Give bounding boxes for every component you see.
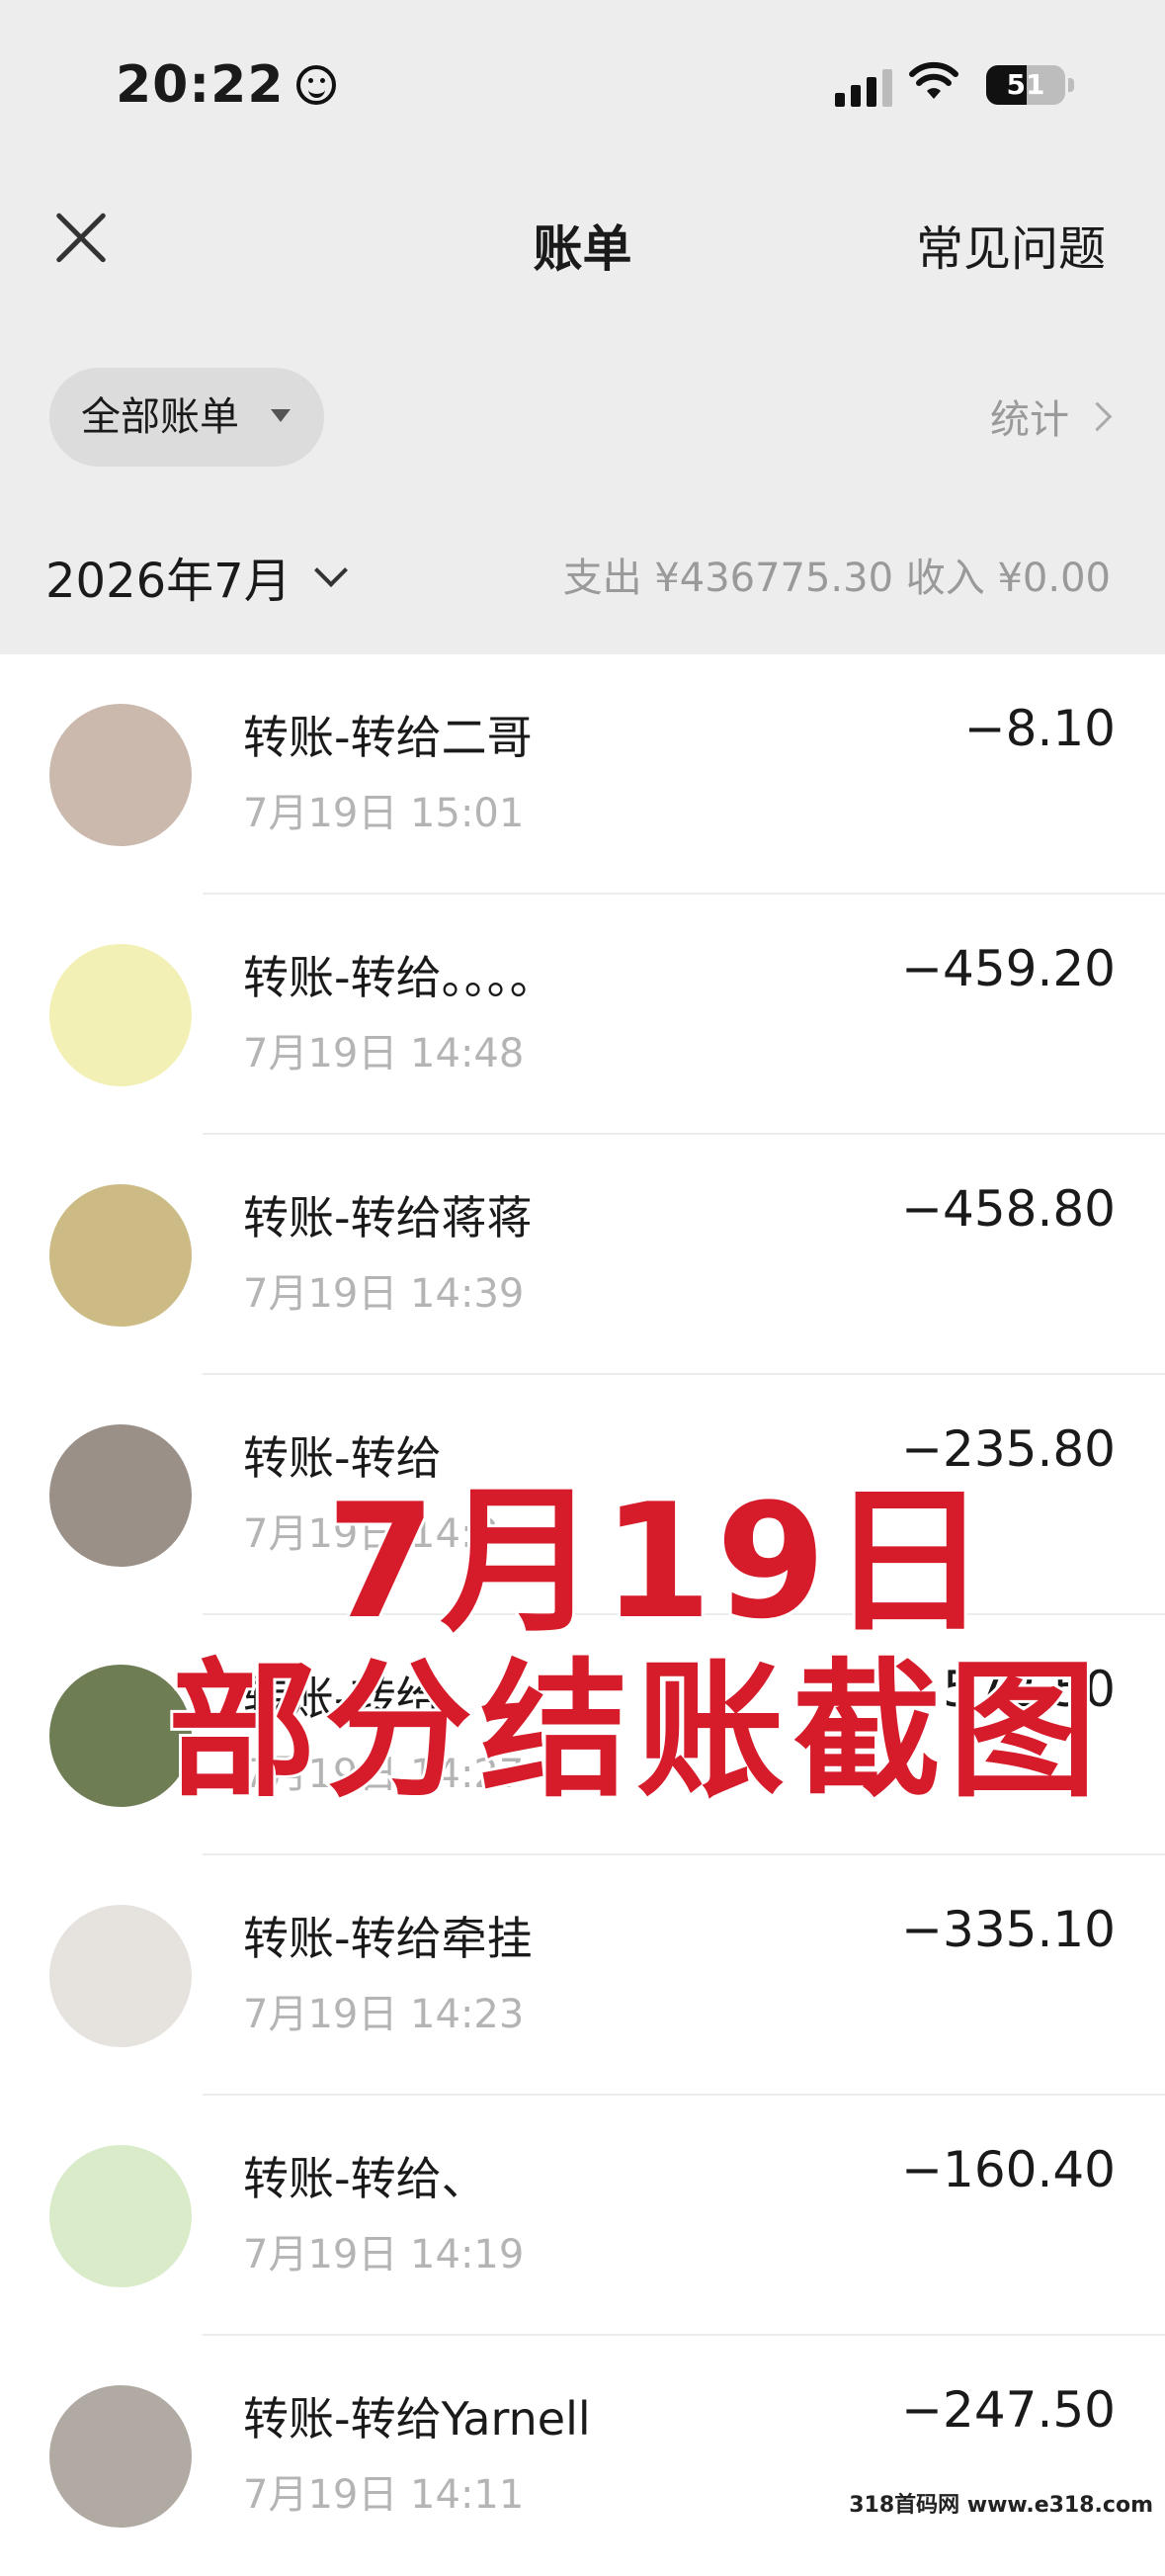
chevron-down-icon <box>313 554 348 587</box>
list-item[interactable]: 转账-转给二哥 7月19日 15:01 −8.10 <box>0 654 1165 895</box>
transaction-time: 7月19日 14:19 <box>243 2232 525 2277</box>
avatar-dog-icon <box>49 1184 192 1327</box>
list-item[interactable]: 转账-转给Yarnell 7月19日 14:11 −247.50 <box>0 2336 1165 2576</box>
list-item[interactable]: 转账-转给、 7月19日 14:19 −160.40 <box>0 2096 1165 2336</box>
stats-label: 统计 <box>990 397 1069 443</box>
avatar-girl-icon <box>49 704 192 846</box>
transaction-name: 转账-转给 <box>243 1672 442 1725</box>
filter-label: 全部账单 <box>81 394 239 440</box>
transaction-name: 转账-转给 <box>243 1431 442 1485</box>
battery-icon: 51 <box>986 65 1065 105</box>
avatar-cat-icon <box>49 2145 192 2287</box>
nav-bar: 账单 常见问题 <box>0 178 1165 297</box>
transaction-time: 7月19日 14:11 <box>243 2472 525 2518</box>
wifi-icon <box>909 61 958 99</box>
transaction-amount: −459.20 <box>901 940 1116 997</box>
battery-tip <box>1068 78 1074 92</box>
transaction-amount: −458.80 <box>901 1180 1116 1238</box>
month-label: 2026年7月 <box>45 554 291 609</box>
avatar-plants-icon <box>49 1665 192 1807</box>
transaction-name: 转账-转给Yarnell <box>243 2392 591 2446</box>
clock: 20:22 <box>116 55 285 115</box>
transaction-time: 7月19日 14:48 <box>243 1031 525 1076</box>
faq-link[interactable]: 常见问题 <box>916 210 1106 279</box>
watermark: 318首码网 www.e318.com <box>843 2485 1159 2521</box>
transaction-amount: −160.40 <box>901 2141 1116 2198</box>
transaction-name: 转账-转给牵挂 <box>243 1912 533 1965</box>
caret-down-icon <box>271 409 291 422</box>
transaction-time: 7月19日 15:01 <box>243 791 525 836</box>
avatar-anime-icon <box>49 1905 192 2047</box>
list-item[interactable]: 转账-转给。。。。 7月19日 14:48 −459.20 <box>0 895 1165 1135</box>
smiley-icon <box>295 65 336 105</box>
avatar-cartoon-icon <box>49 944 192 1086</box>
transaction-name: 转账-转给蒋蒋 <box>243 1191 533 1245</box>
avatar-person-cap-icon <box>49 2385 192 2528</box>
month-selector[interactable]: 2026年7月 <box>45 542 348 611</box>
chevron-right-icon <box>1082 401 1113 431</box>
transaction-amount: −235.80 <box>901 1420 1116 1478</box>
status-time: 20:22 <box>116 55 336 115</box>
status-bar: 20:22 51 <box>0 0 1165 168</box>
list-item[interactable]: 转账-转给牵挂 7月19日 14:23 −335.10 <box>0 1855 1165 2096</box>
transaction-time: 7月19日 14:39 <box>243 1271 525 1317</box>
transaction-name: 转账-转给、 <box>243 2152 487 2205</box>
transaction-amount: −247.50 <box>901 2381 1116 2439</box>
transaction-time: 7月19日 14:3 <box>243 1511 499 1557</box>
transaction-amount: −8.10 <box>963 700 1116 757</box>
transaction-time: 7月19日 14:27 <box>243 1752 525 1797</box>
signal-icon <box>835 65 892 107</box>
list-item[interactable]: 转账-转给蒋蒋 7月19日 14:39 −458.80 <box>0 1135 1165 1375</box>
stats-link[interactable]: 统计 <box>990 387 1113 445</box>
month-summary: 支出 ¥436775.30 收入 ¥0.00 <box>562 556 1111 601</box>
list-item[interactable]: 转账-转给 7月19日 14:3 −235.80 <box>0 1375 1165 1615</box>
transaction-time: 7月19日 14:23 <box>243 1992 525 2037</box>
battery-level: 51 <box>1006 68 1045 101</box>
transaction-name: 转账-转给。。。。 <box>243 951 555 1004</box>
transaction-amount: 572.50 <box>943 1661 1116 1718</box>
transaction-amount: −335.10 <box>901 1901 1116 1958</box>
filter-dropdown[interactable]: 全部账单 <box>49 368 324 467</box>
transaction-name: 转账-转给二哥 <box>243 711 533 764</box>
list-item[interactable]: 转账-转给 7月19日 14:27 572.50 <box>0 1615 1165 1855</box>
avatar-person-icon <box>49 1424 192 1567</box>
transaction-list: 转账-转给二哥 7月19日 15:01 −8.10 转账-转给。。。。 7月19… <box>0 654 1165 2576</box>
